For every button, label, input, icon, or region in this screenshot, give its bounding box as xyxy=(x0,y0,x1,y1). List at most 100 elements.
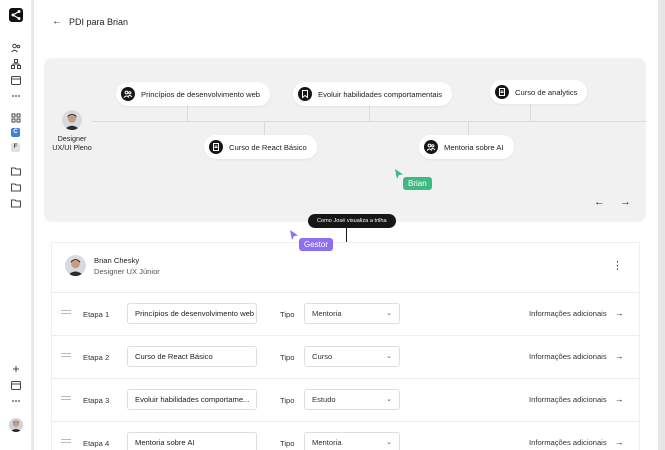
designer-level: UX/UI Pleno xyxy=(52,142,92,152)
cursor-tag-gestor: Gestor xyxy=(299,238,334,251)
cursor-tag-brian: Brian xyxy=(403,177,432,190)
chevron-down-icon: ⌄ xyxy=(386,353,392,360)
more-icon[interactable] xyxy=(10,90,22,102)
info-link[interactable]: Informações adicionais → xyxy=(529,437,624,447)
connector xyxy=(187,105,188,121)
info-link[interactable]: Informações adicionais → xyxy=(529,351,624,361)
tipo-value: Curso xyxy=(312,352,333,361)
folder-icon[interactable] xyxy=(10,181,22,193)
more-icon[interactable] xyxy=(10,395,22,407)
step-row: Etapa 1 Princípios de desenvolvimento we… xyxy=(52,292,639,335)
info-label: Informações adicionais xyxy=(529,394,607,404)
arrow-right-icon: → xyxy=(614,308,624,318)
info-link[interactable]: Informações adicionais → xyxy=(529,308,624,318)
more-vertical-icon[interactable]: ⋮ xyxy=(612,261,623,272)
trail-canvas: Designer UX/UI Pleno Princípios de desen… xyxy=(44,58,646,222)
tipo-value: Mentoria xyxy=(312,438,342,447)
window-edge xyxy=(658,0,665,450)
step-row: Etapa 4 Mentoria sobre AI Tipo Mentoria ⌄… xyxy=(52,421,639,450)
workspace-badge-c[interactable]: C xyxy=(11,128,20,137)
workspace-badge-f[interactable]: F xyxy=(11,143,20,152)
plus-icon[interactable] xyxy=(10,363,22,375)
tipo-select[interactable]: Mentoria ⌄ xyxy=(304,303,400,324)
step-stage: Etapa 4 xyxy=(83,439,110,448)
trail-node-label: Curso de analytics xyxy=(515,87,578,97)
arrow-right-icon: → xyxy=(614,351,624,361)
info-label: Informações adicionais xyxy=(529,437,607,447)
step-name-field[interactable]: Curso de React Básico xyxy=(127,346,257,367)
prev-arrow-button[interactable]: ← xyxy=(594,196,605,208)
step-stage: Etapa 2 xyxy=(83,353,110,362)
trail-node-label: Mentoria sobre AI xyxy=(444,142,504,152)
calendar-icon[interactable] xyxy=(10,74,22,86)
step-stage: Etapa 1 xyxy=(83,310,110,319)
folder-icon[interactable] xyxy=(10,197,22,209)
bookmark-icon xyxy=(298,87,312,101)
tipo-label: Tipo xyxy=(280,439,295,448)
drag-handle-icon[interactable] xyxy=(61,310,71,316)
tipo-select[interactable]: Curso ⌄ xyxy=(304,346,400,367)
step-stage: Etapa 3 xyxy=(83,396,110,405)
designer-avatar xyxy=(62,110,82,130)
sidebar: C F xyxy=(0,0,32,450)
info-label: Informações adicionais xyxy=(529,308,607,318)
trail-node-react[interactable]: Curso de React Básico xyxy=(204,135,317,159)
drag-handle-icon[interactable] xyxy=(61,396,71,402)
connector xyxy=(530,105,531,121)
tipo-label: Tipo xyxy=(280,353,295,362)
next-arrow-button[interactable]: → xyxy=(620,196,631,208)
tipo-value: Estudo xyxy=(312,395,336,404)
drag-handle-icon[interactable] xyxy=(61,439,71,445)
profile-name: Brian Chesky xyxy=(94,255,140,265)
trail-line xyxy=(92,121,646,122)
profile-role: Designer UX Júnior xyxy=(94,266,160,276)
grid-icon[interactable] xyxy=(10,112,22,124)
step-name-field[interactable]: Princípios de desenvolvimento web xyxy=(127,303,257,324)
tipo-select[interactable]: Mentoria ⌄ xyxy=(304,432,400,450)
tipo-label: Tipo xyxy=(280,396,295,405)
tipo-label: Tipo xyxy=(280,310,295,319)
arrow-right-icon: → xyxy=(614,394,624,404)
trail-node-comportamentais[interactable]: Evoluir habilidades comportamentais xyxy=(293,82,453,106)
trail-node-label: Princípios de desenvolvimento web xyxy=(141,89,261,99)
trail-node-mentoria-ai[interactable]: Mentoria sobre AI xyxy=(419,135,514,159)
user-avatar[interactable] xyxy=(9,418,23,432)
chevron-down-icon: ⌄ xyxy=(386,439,392,446)
chevron-down-icon: ⌄ xyxy=(386,396,392,403)
page-header: ← PDI para Brian xyxy=(52,16,128,27)
step-row: Etapa 3 Evoluir habilidades comportame..… xyxy=(52,378,639,421)
main-panel: ← PDI para Brian Designer UX/UI Pleno Pr… xyxy=(34,0,658,450)
document-icon xyxy=(209,140,223,154)
cursor-pointer-icon xyxy=(289,229,299,241)
chevron-down-icon: ⌄ xyxy=(386,310,392,317)
avatar xyxy=(65,255,86,276)
arrow-left-icon[interactable]: ← xyxy=(52,16,62,27)
step-name-field[interactable]: Evoluir habilidades comportame... xyxy=(127,389,257,410)
drag-handle-icon[interactable] xyxy=(61,353,71,359)
pdi-card: Brian Chesky Designer UX Júnior ⋮ Etapa … xyxy=(52,243,639,450)
trail-node-label: Evoluir habilidades comportamentais xyxy=(318,89,443,99)
tipo-select[interactable]: Estudo ⌄ xyxy=(304,389,400,410)
step-name-field[interactable]: Mentoria sobre AI xyxy=(127,432,257,450)
trail-tooltip: Como José visualiza a trilha xyxy=(308,214,396,228)
page-title: PDI para Brian xyxy=(69,16,129,27)
trail-node-web[interactable]: Princípios de desenvolvimento web xyxy=(116,82,271,106)
users-icon[interactable] xyxy=(10,42,22,54)
info-link[interactable]: Informações adicionais → xyxy=(529,394,624,404)
designer-node[interactable]: Designer UX/UI Pleno xyxy=(50,110,94,152)
connector xyxy=(369,105,370,121)
step-row: Etapa 2 Curso de React Básico Tipo Curso… xyxy=(52,335,639,378)
tipo-value: Mentoria xyxy=(312,309,342,318)
people-icon xyxy=(121,87,135,101)
trail-node-label: Curso de React Básico xyxy=(229,142,307,152)
trail-node-analytics[interactable]: Curso de analytics xyxy=(490,80,588,104)
info-label: Informações adicionais xyxy=(529,351,607,361)
arrow-right-icon: → xyxy=(614,437,624,447)
folder-icon[interactable] xyxy=(10,165,22,177)
hierarchy-icon[interactable] xyxy=(10,58,22,70)
calendar-icon[interactable] xyxy=(10,379,22,391)
people-icon xyxy=(424,140,438,154)
share-logo-icon[interactable] xyxy=(9,8,23,22)
profile-header: Brian Chesky Designer UX Júnior xyxy=(65,255,160,276)
tooltip-connector xyxy=(346,228,347,242)
